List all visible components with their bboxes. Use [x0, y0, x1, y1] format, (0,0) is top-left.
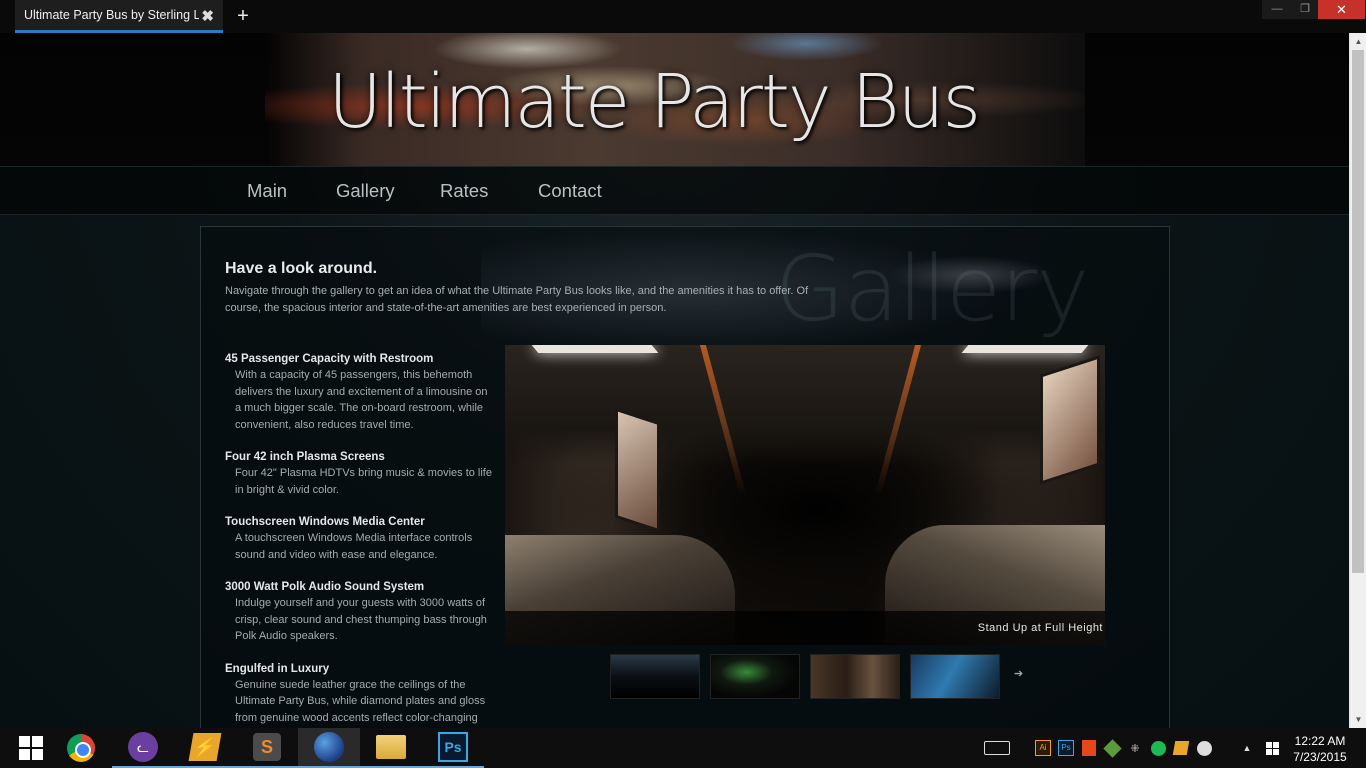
gallery-main-image[interactable]: Stand Up at Full Height — [505, 345, 1105, 645]
gallery-thumbnail[interactable] — [810, 654, 900, 699]
browser-tab-bar: Ultimate Party Bus by Sterling L... ✖ + … — [0, 0, 1366, 33]
winamp-tray-icon — [1172, 741, 1190, 755]
feature-title: Four 42 inch Plasma Screens — [225, 451, 385, 463]
feature-item: 45 Passenger Capacity with Restroom With… — [225, 351, 495, 433]
nav-rates[interactable]: Rates — [440, 180, 488, 202]
keyboard-icon — [984, 741, 1010, 755]
feature-description: With a capacity of 45 passengers, this b… — [235, 369, 488, 431]
tray-spotify[interactable] — [1149, 728, 1167, 768]
minimize-button[interactable]: — — [1262, 0, 1292, 19]
cat-app-icon: ᓚ — [128, 732, 158, 762]
close-window-button[interactable]: ✕ — [1318, 0, 1365, 19]
feature-item: Four 42 inch Plasma Screens Four 42" Pla… — [225, 449, 495, 498]
feature-description: Genuine suede leather grace the ceilings… — [235, 678, 486, 724]
photoshop-icon: Ps — [438, 732, 468, 762]
feature-description: Four 42" Plasma HDTVs bring music & movi… — [235, 467, 492, 496]
feature-item: Touchscreen Windows Media Center A touch… — [225, 514, 495, 563]
spotify-icon — [1150, 740, 1166, 756]
tab-title: Ultimate Party Bus by Sterling L... — [24, 8, 199, 22]
photo-screen — [615, 407, 660, 533]
action-center-button[interactable] — [1262, 728, 1282, 768]
taskbar-winamp[interactable]: ⚡ — [174, 728, 236, 768]
page-viewport: Ultimate Party Bus Main Gallery Rates Co… — [0, 33, 1349, 728]
gallery-thumbnail[interactable] — [710, 654, 800, 699]
photo-light — [531, 345, 659, 353]
photo-screen — [1040, 355, 1100, 485]
feature-title: Touchscreen Windows Media Center — [225, 516, 425, 528]
photo-light — [961, 345, 1089, 353]
taskbar-chrome[interactable] — [50, 728, 112, 768]
feature-item: 3000 Watt Polk Audio Sound System Indulg… — [225, 579, 495, 645]
taskbar-photoshop[interactable]: Ps — [422, 728, 484, 768]
nav-gallery[interactable]: Gallery — [336, 180, 395, 202]
feature-item: Engulfed in Luxury Genuine suede leather… — [225, 661, 495, 727]
feature-description: A touchscreen Windows Media interface co… — [235, 532, 473, 561]
nav-main[interactable]: Main — [247, 180, 287, 202]
cube-icon — [1102, 738, 1122, 758]
vertical-scrollbar[interactable]: ▲ ▼ — [1349, 33, 1366, 728]
folder-icon — [376, 735, 406, 759]
tray-illustrator[interactable]: Ai — [1034, 728, 1052, 768]
site-header: Ultimate Party Bus — [0, 33, 1349, 166]
caption-bar: Stand Up at Full Height — [505, 611, 1105, 645]
windows-flag-icon — [1265, 741, 1279, 755]
taskbar-file-explorer[interactable] — [360, 728, 422, 768]
page-heading: Have a look around. — [225, 260, 378, 277]
next-arrow-icon[interactable]: ➔ — [1014, 667, 1023, 680]
feature-title: 45 Passenger Capacity with Restroom — [225, 353, 434, 365]
taskbar: ᓚ ⚡ S Ps Ai Ps ⁜ ▲ 12:22 AM 7/23/2015 — [0, 728, 1366, 768]
show-hidden-icons-button[interactable]: ▲ — [1238, 728, 1256, 768]
tray-app[interactable] — [1195, 728, 1213, 768]
chrome-icon — [67, 734, 95, 762]
taskbar-sublime[interactable]: S — [236, 728, 298, 768]
tray-cube-app[interactable] — [1102, 728, 1122, 768]
clock-date: 7/23/2015 — [1293, 750, 1347, 764]
clock-time: 12:22 AM — [1294, 734, 1346, 748]
tray-network[interactable]: ⁜ — [1126, 728, 1144, 768]
office-icon — [1082, 740, 1096, 756]
firefox-icon — [314, 732, 344, 762]
feature-list: 45 Passenger Capacity with Restroom With… — [225, 351, 495, 728]
image-caption: Stand Up at Full Height — [977, 622, 1103, 634]
app-tray-icon — [1196, 740, 1212, 756]
scroll-thumb[interactable] — [1352, 50, 1364, 573]
gallery-panel: Gallery Have a look around. Navigate thr… — [200, 226, 1170, 728]
tray-winamp[interactable] — [1172, 728, 1190, 768]
intro-text: Navigate through the gallery to get an i… — [225, 285, 809, 314]
new-tab-button[interactable]: + — [233, 4, 253, 28]
maximize-button[interactable]: ❐ — [1290, 0, 1320, 19]
network-icon: ⁜ — [1130, 742, 1140, 755]
scroll-down-icon[interactable]: ▼ — [1350, 711, 1366, 728]
gallery-thumbnail[interactable] — [610, 654, 700, 699]
nav-contact[interactable]: Contact — [538, 180, 602, 202]
illustrator-icon: Ai — [1035, 740, 1051, 756]
taskbar-cat-app[interactable]: ᓚ — [112, 728, 174, 768]
taskbar-clock[interactable]: 12:22 AM 7/23/2015 — [1290, 733, 1350, 765]
main-nav — [0, 166, 1349, 215]
close-tab-icon[interactable]: ✖ — [201, 7, 214, 25]
feature-description: Indulge yourself and your guests with 30… — [235, 597, 487, 642]
photo-ceiling — [505, 345, 1105, 465]
scroll-up-icon[interactable]: ▲ — [1350, 33, 1366, 50]
winamp-icon: ⚡ — [188, 733, 222, 761]
windows-logo-icon — [19, 736, 43, 760]
site-title: Ultimate Party Bus — [328, 59, 981, 145]
feature-title: Engulfed in Luxury — [225, 662, 330, 675]
taskbar-firefox[interactable] — [298, 728, 360, 768]
feature-title: 3000 Watt Polk Audio Sound System — [225, 581, 425, 593]
tray-photoshop[interactable]: Ps — [1057, 728, 1075, 768]
gallery-thumbnail[interactable] — [910, 654, 1000, 699]
photoshop-tray-icon: Ps — [1058, 740, 1074, 756]
chevron-up-icon: ▲ — [1242, 743, 1252, 753]
browser-tab[interactable]: Ultimate Party Bus by Sterling L... ✖ — [15, 0, 223, 33]
sublime-text-icon: S — [253, 733, 281, 761]
touch-keyboard-button[interactable] — [982, 728, 1012, 768]
tray-office[interactable] — [1080, 728, 1098, 768]
